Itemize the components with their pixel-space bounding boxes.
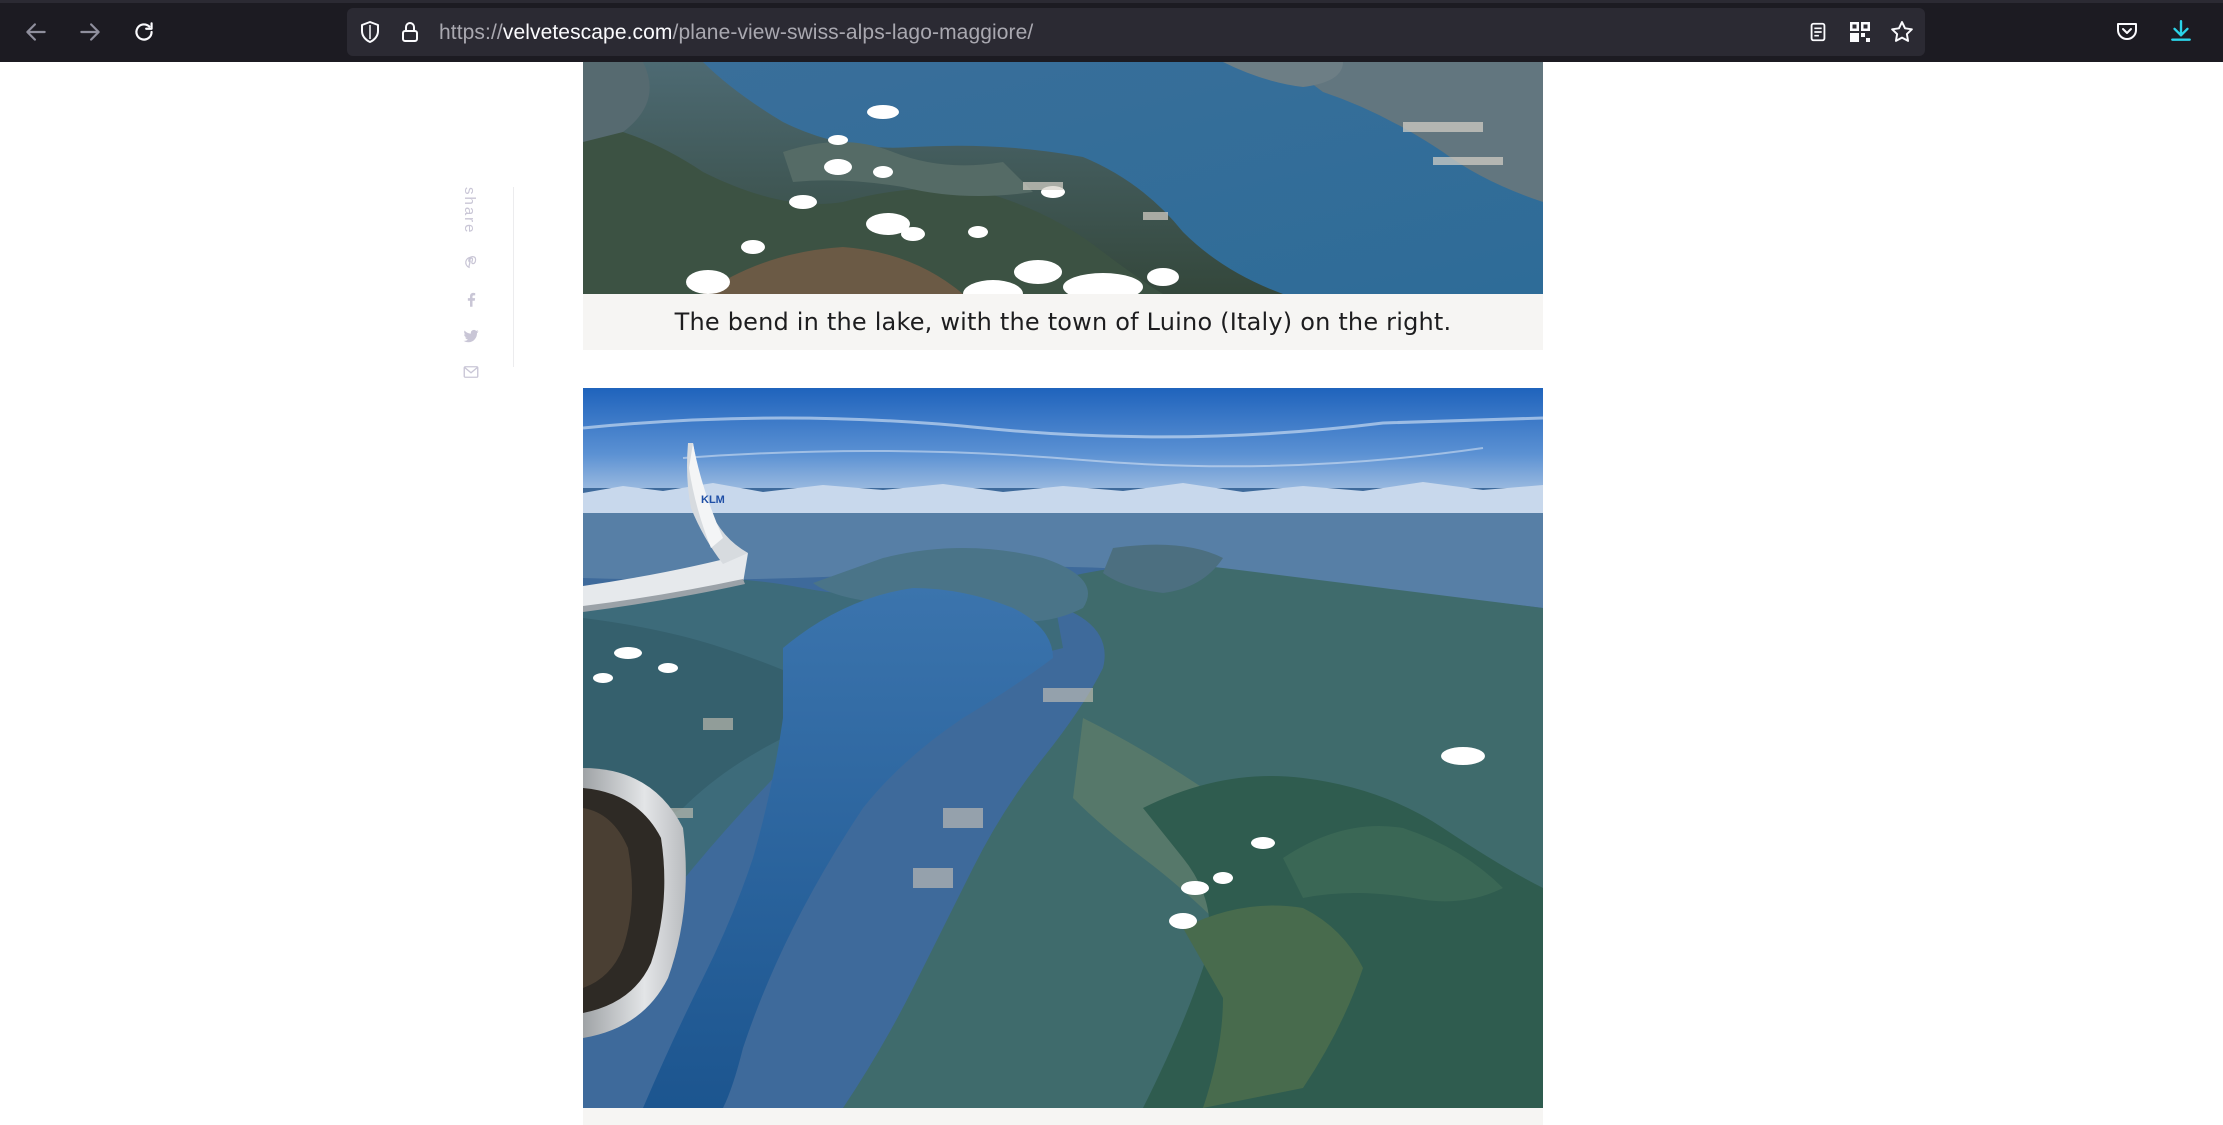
forward-button[interactable] <box>72 14 108 50</box>
url-path: /plane-view-swiss-alps-lago-maggiore/ <box>672 21 1034 44</box>
tab-strip-edge <box>0 0 2223 3</box>
facebook-icon <box>467 292 476 307</box>
caption-text: The bend in the lake, with the town of L… <box>674 308 1452 336</box>
aerial-photo-lake-bend <box>583 62 1543 294</box>
pinterest-share-button[interactable] <box>460 253 482 275</box>
browser-toolbar: https://velvetescape.com/plane-view-swis… <box>0 0 2223 62</box>
back-button[interactable] <box>18 14 54 50</box>
lock-icon[interactable] <box>397 19 423 45</box>
twitter-icon <box>463 329 479 343</box>
klm-tail-logo: KLM <box>701 494 725 506</box>
star-icon <box>1891 21 1913 42</box>
email-icon <box>463 366 479 378</box>
email-share-button[interactable] <box>460 361 482 383</box>
twitter-share-button[interactable] <box>460 325 482 347</box>
arrow-left-icon <box>26 23 46 41</box>
reader-view-icon <box>1810 22 1826 42</box>
pocket-icon <box>2117 23 2137 40</box>
web-page: share The bend in the lake, with the tow… <box>0 62 2223 1125</box>
facebook-share-button[interactable] <box>460 289 482 311</box>
url-scheme: https:// <box>439 21 503 44</box>
url-text[interactable]: https://velvetescape.com/plane-view-swis… <box>439 20 1033 46</box>
image-caption-partial <box>583 1108 1543 1125</box>
aerial-photo-airplane-view: KLM <box>583 388 1543 1108</box>
share-divider <box>513 187 514 367</box>
qr-code-icon <box>1850 22 1870 42</box>
shield-icon[interactable] <box>357 19 383 45</box>
qr-code-button[interactable] <box>1847 19 1873 45</box>
reader-view-button[interactable] <box>1805 19 1831 45</box>
arrow-right-icon <box>80 23 100 41</box>
share-sidebar: share <box>450 122 540 378</box>
reload-icon <box>135 22 153 41</box>
image-caption: The bend in the lake, with the town of L… <box>583 294 1543 350</box>
address-bar[interactable]: https://velvetescape.com/plane-view-swis… <box>347 8 1925 56</box>
download-icon <box>2171 20 2191 41</box>
url-host: velvetescape.com <box>502 21 673 44</box>
share-label: share <box>461 187 478 235</box>
downloads-button[interactable] <box>2166 16 2196 46</box>
pocket-button[interactable] <box>2112 16 2142 46</box>
pinterest-icon <box>465 256 477 269</box>
bookmark-button[interactable] <box>1889 19 1915 45</box>
reload-button[interactable] <box>126 14 162 50</box>
